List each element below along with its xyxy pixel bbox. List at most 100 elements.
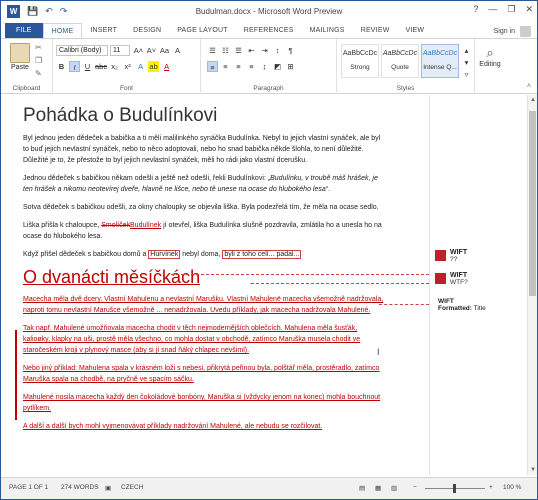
- italic-button[interactable]: I: [69, 61, 80, 72]
- comment-author: WIFT: [450, 249, 468, 256]
- tab-insert[interactable]: INSERT: [82, 23, 125, 39]
- align-left-icon[interactable]: ≡: [207, 61, 218, 72]
- p4-text: Liška přišla k chaloupce,: [23, 222, 102, 229]
- strikethrough-button[interactable]: abc: [95, 61, 107, 72]
- paste-button[interactable]: Paste: [7, 43, 33, 71]
- scroll-up-icon[interactable]: ▲: [528, 97, 538, 103]
- decrease-indent-icon[interactable]: ⇤: [246, 45, 257, 56]
- clear-formatting-button[interactable]: A: [172, 45, 183, 56]
- revision-paragraph-4: Mahulené nosila macecha každý den čokolá…: [23, 394, 381, 412]
- close-icon[interactable]: ✕: [525, 4, 533, 15]
- zoom-out-button[interactable]: −: [413, 484, 417, 491]
- editing-label: Editing: [479, 61, 501, 68]
- paragraph-5: Když přišel dědeček s babičkou domů a Hu…: [23, 249, 385, 260]
- p5-text-mid: nebyl doma,: [180, 251, 223, 258]
- vertical-scrollbar[interactable]: ▲ ▼: [527, 95, 537, 475]
- revision-paragraph-1: Macecha měla dvě dcery. Vlastní Mahulenu…: [23, 296, 384, 314]
- bullets-icon[interactable]: ☰: [207, 45, 218, 56]
- web-layout-icon[interactable]: ▥: [391, 484, 397, 492]
- line-spacing-icon[interactable]: ↨: [259, 61, 270, 72]
- help-icon[interactable]: ?: [473, 4, 478, 15]
- style-quote[interactable]: AaBbCcDc Quote: [381, 44, 419, 78]
- scroll-thumb[interactable]: [529, 111, 536, 296]
- grow-font-button[interactable]: A˄: [133, 45, 144, 56]
- collapse-ribbon-icon[interactable]: ˄: [527, 83, 531, 90]
- tab-references[interactable]: REFERENCES: [236, 23, 302, 39]
- copy-icon[interactable]: ❐: [35, 56, 42, 65]
- minimize-icon[interactable]: —: [488, 4, 497, 15]
- document-canvas[interactable]: Pohádka o Budulínkovi Byl jednou jeden d…: [11, 95, 429, 475]
- zoom-level[interactable]: 100 %: [503, 484, 521, 491]
- tab-view[interactable]: VIEW: [398, 23, 433, 39]
- borders-icon[interactable]: ⊞: [285, 61, 296, 72]
- styles-scroll: ▴ ▾ ▿: [461, 45, 472, 80]
- align-center-icon[interactable]: ≡: [220, 61, 231, 72]
- subscript-button[interactable]: x₂: [109, 61, 120, 72]
- paragraph-1: Byl jednou jeden dědeček a babička a ti …: [23, 135, 381, 164]
- numbering-icon[interactable]: ☷: [220, 45, 231, 56]
- font-name-box[interactable]: Calibri (Body): [56, 45, 108, 56]
- word-count[interactable]: 274 WORDS: [61, 484, 99, 491]
- style-strong[interactable]: AaBbCcDc Strong: [341, 44, 379, 78]
- paragraph-label: Paragraph: [253, 85, 284, 92]
- style-intense-quote[interactable]: AaBbCcDc Intense Q...: [421, 44, 459, 78]
- text-effects-button[interactable]: A: [135, 61, 146, 72]
- revision-paragraph-3: Nebo jiný příklad: Mahulena spala v krás…: [23, 365, 380, 383]
- change-case-button[interactable]: Aa: [159, 45, 170, 56]
- tab-review[interactable]: REVIEW: [353, 23, 398, 39]
- language[interactable]: CZECH: [121, 484, 143, 491]
- zoom-slider-thumb[interactable]: [453, 484, 456, 493]
- sign-in: Sign in: [494, 26, 531, 37]
- underline-button[interactable]: U: [82, 61, 93, 72]
- bold-button[interactable]: B: [56, 61, 67, 72]
- comment-1[interactable]: WIFT ??: [435, 249, 467, 263]
- window-controls: ? — ❐ ✕: [473, 4, 533, 15]
- format-line: [379, 304, 429, 305]
- cut-icon[interactable]: ✂: [35, 43, 42, 52]
- increase-indent-icon[interactable]: ⇥: [259, 45, 270, 56]
- paragraph-3: Sotva dědeček s babičkou odešli, za okny…: [23, 204, 379, 211]
- page-count[interactable]: PAGE 1 OF 1: [9, 484, 48, 491]
- restore-icon[interactable]: ❐: [507, 4, 515, 15]
- format-painter-icon[interactable]: ✎: [35, 69, 42, 78]
- shrink-font-button[interactable]: A˅: [146, 45, 157, 56]
- tab-home[interactable]: HOME: [42, 23, 83, 39]
- multilevel-list-icon[interactable]: ☰: [233, 45, 244, 56]
- font-color-button[interactable]: A: [161, 61, 172, 72]
- comment-line-1: [171, 274, 429, 275]
- styles-more-icon[interactable]: ▿: [461, 69, 472, 80]
- avatar[interactable]: [520, 26, 531, 37]
- tab-file[interactable]: FILE: [5, 23, 43, 39]
- tab-design[interactable]: DESIGN: [125, 23, 169, 39]
- editing-button[interactable]: ⌕ Editing: [477, 45, 503, 68]
- tab-mailings[interactable]: MAILINGS: [302, 23, 353, 39]
- sign-in-link[interactable]: Sign in: [494, 28, 515, 35]
- print-layout-icon[interactable]: ▦: [375, 484, 381, 492]
- scroll-down-icon[interactable]: ▼: [528, 467, 538, 473]
- proofing-icon[interactable]: ▣: [105, 484, 111, 492]
- show-marks-icon[interactable]: ¶: [285, 45, 296, 56]
- style-name: Quote: [391, 64, 409, 71]
- superscript-button[interactable]: x²: [122, 61, 133, 72]
- revision-paragraph-5: A další a další bych mohl vyjmenovávat p…: [23, 423, 323, 430]
- font-size-box[interactable]: 11: [110, 45, 130, 56]
- comment-2[interactable]: WIFT WTF?: [435, 272, 468, 286]
- paragraph-group: ☰ ☷ ☰ ⇤ ⇥ ↕ ¶ ≡ ≡ ≡ ≡ ↨ ◩ ⊞ Paragraph: [201, 39, 337, 94]
- shading-icon[interactable]: ◩: [272, 61, 283, 72]
- comment-anchor-2[interactable]: byli z toho celí... padal...: [222, 250, 302, 259]
- zoom-in-button[interactable]: +: [489, 484, 493, 491]
- align-right-icon[interactable]: ≡: [233, 61, 244, 72]
- styles-up-icon[interactable]: ▴: [461, 45, 472, 56]
- highlight-button[interactable]: ab: [148, 61, 160, 72]
- read-mode-icon[interactable]: ▤: [359, 484, 365, 492]
- justify-icon[interactable]: ≡: [246, 61, 257, 72]
- word-window: W 💾 ↶ ↷ Budulman.docx - Microsoft Word P…: [0, 0, 538, 500]
- tab-page-layout[interactable]: PAGE LAYOUT: [169, 23, 236, 39]
- sort-icon[interactable]: ↕: [272, 45, 283, 56]
- document-page: Pohádka o Budulínkovi Byl jednou jeden d…: [23, 95, 385, 439]
- font-top-row: A˄ A˅ Aa A: [133, 45, 183, 56]
- ribbon-tabs: FILE HOME INSERT DESIGN PAGE LAYOUT REFE…: [1, 23, 537, 39]
- format-change-note[interactable]: WIFT Formatted: Title: [438, 298, 486, 312]
- comment-anchor-1[interactable]: Hurvínek: [148, 250, 181, 259]
- styles-down-icon[interactable]: ▾: [461, 57, 472, 68]
